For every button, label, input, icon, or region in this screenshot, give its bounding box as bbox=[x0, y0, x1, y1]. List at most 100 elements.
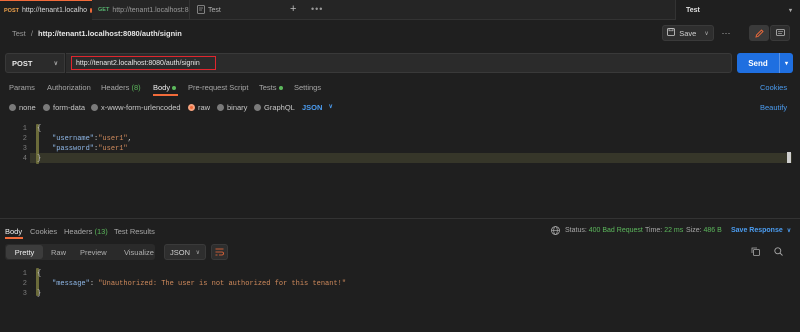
json-comma: , bbox=[127, 135, 132, 143]
method-select[interactable]: POST ∨ bbox=[5, 53, 65, 73]
code-brace-open: { bbox=[37, 125, 42, 133]
body-type-raw[interactable]: raw bbox=[188, 103, 210, 112]
search-icon[interactable] bbox=[774, 247, 783, 258]
tab-tests[interactable]: Tests bbox=[259, 83, 283, 92]
breadcrumb: Test / http://tenant1.localhost:8080/aut… bbox=[12, 29, 182, 38]
send-button[interactable]: Send ▾ bbox=[737, 53, 793, 73]
format-value: JSON bbox=[170, 247, 191, 257]
view-pretty-button[interactable]: Pretty bbox=[6, 245, 43, 259]
comments-icon[interactable] bbox=[770, 25, 790, 41]
format-value: JSON bbox=[302, 103, 323, 112]
editor-scrollbar-thumb[interactable] bbox=[787, 152, 791, 163]
environment-selector[interactable]: Test ▾ bbox=[675, 0, 800, 20]
method-value: POST bbox=[12, 58, 33, 68]
save-button[interactable]: Save ∨ bbox=[662, 25, 714, 41]
json-key: "username" bbox=[52, 135, 95, 143]
status-value[interactable]: 400 Bad Request bbox=[589, 227, 643, 234]
view-raw-button[interactable]: Raw bbox=[51, 248, 66, 257]
tab-settings[interactable]: Settings bbox=[294, 83, 321, 92]
send-label: Send bbox=[748, 58, 768, 68]
response-headers-count: (13) bbox=[94, 227, 108, 236]
request-tab-get[interactable]: GET http://tenant1.localhost:8 bbox=[94, 0, 190, 20]
response-tab-cookies[interactable]: Cookies bbox=[30, 227, 57, 236]
body-type-binary[interactable]: binary bbox=[217, 103, 247, 112]
size-value[interactable]: 486 B bbox=[704, 227, 722, 234]
json-key: "message" bbox=[52, 280, 90, 288]
tab-headers[interactable]: Headers (8) bbox=[101, 83, 141, 92]
code-line-message: "message": "Unauthorized: The user is no… bbox=[52, 280, 346, 288]
url-input[interactable]: http://tenant2.localhost:8080/auth/signi… bbox=[71, 56, 216, 70]
radio-label: raw bbox=[198, 103, 211, 112]
response-format-select[interactable]: JSON ∨ bbox=[164, 244, 206, 260]
time-value[interactable]: 22 ms bbox=[664, 227, 683, 234]
body-type-graphql[interactable]: GraphQL bbox=[254, 103, 295, 112]
breadcrumb-collection[interactable]: Test bbox=[12, 29, 26, 38]
tab-body[interactable]: Body bbox=[153, 83, 177, 92]
radio-label: GraphQL bbox=[264, 103, 295, 112]
request-tab-bar: POST http://tenant1.localho GET http://t… bbox=[0, 0, 800, 20]
tab-authorization[interactable]: Authorization bbox=[47, 83, 91, 92]
response-time: Time: 22 ms bbox=[645, 227, 683, 234]
more-tabs-icon[interactable]: ••• bbox=[311, 4, 323, 14]
code-brace-open: { bbox=[37, 270, 42, 278]
json-value: "user1" bbox=[98, 145, 128, 153]
edit-pencil-icon[interactable] bbox=[749, 25, 769, 41]
request-body-editor[interactable] bbox=[0, 119, 800, 215]
response-size: Size: 486 B bbox=[686, 227, 722, 234]
body-type-urlencoded[interactable]: x-www-form-urlencoded bbox=[91, 103, 181, 112]
code-brace-close: } bbox=[37, 155, 42, 163]
radio-label: form-data bbox=[53, 103, 86, 112]
json-key: "password" bbox=[52, 145, 95, 153]
response-tab-test-results[interactable]: Test Results bbox=[114, 227, 155, 236]
line-number: 4 bbox=[22, 155, 27, 163]
copy-icon[interactable] bbox=[751, 247, 760, 258]
cookies-link[interactable]: Cookies bbox=[760, 83, 787, 92]
has-content-dot-icon bbox=[278, 86, 283, 91]
radio-icon bbox=[9, 104, 16, 111]
body-type-form-data[interactable]: form-data bbox=[43, 103, 85, 112]
new-tab-plus-icon[interactable]: + bbox=[290, 3, 296, 15]
globe-icon[interactable] bbox=[551, 226, 560, 237]
more-actions-icon[interactable]: ⋯ bbox=[719, 25, 733, 41]
pane-divider[interactable] bbox=[0, 218, 800, 219]
line-number: 2 bbox=[22, 280, 27, 288]
save-response-label: Save Response bbox=[731, 227, 783, 234]
view-preview-button[interactable]: Preview bbox=[80, 248, 107, 257]
tab-title: http://tenant1.localhost:8 bbox=[112, 6, 189, 14]
json-value: "Unauthorized: The user is not authorize… bbox=[98, 280, 347, 288]
breadcrumb-request[interactable]: http://tenant1.localhost:8080/auth/signi… bbox=[38, 29, 182, 38]
radio-selected-icon bbox=[188, 104, 195, 111]
breadcrumb-separator: / bbox=[30, 29, 33, 38]
response-tab-headers[interactable]: Headers (13) bbox=[64, 227, 108, 236]
radio-label: binary bbox=[227, 103, 248, 112]
chevron-down-icon: ∨ bbox=[328, 104, 333, 110]
active-tab-indicator bbox=[153, 94, 178, 96]
request-tab-collection[interactable]: Test bbox=[193, 0, 253, 20]
radio-icon bbox=[43, 104, 50, 111]
response-tab-body[interactable]: Body bbox=[5, 227, 22, 236]
save-disk-icon bbox=[667, 28, 676, 38]
environment-name: Test bbox=[686, 6, 700, 14]
request-tab-post[interactable]: POST http://tenant1.localho bbox=[0, 0, 92, 20]
view-visualize-button[interactable]: Visualize bbox=[124, 248, 154, 257]
body-type-none[interactable]: none bbox=[9, 103, 36, 112]
radio-icon bbox=[217, 104, 224, 111]
method-label: GET bbox=[98, 7, 110, 13]
tab-params[interactable]: Params bbox=[9, 83, 35, 92]
wrap-lines-icon[interactable] bbox=[211, 244, 228, 260]
chevron-down-icon: ▾ bbox=[788, 7, 792, 14]
beautify-link[interactable]: Beautify bbox=[760, 103, 787, 112]
save-response-button[interactable]: Save Response ∨ bbox=[731, 227, 791, 234]
line-number: 1 bbox=[22, 270, 27, 278]
status-label: Status: bbox=[565, 227, 587, 234]
time-label: Time: bbox=[645, 227, 663, 234]
body-format-select[interactable]: JSON ∨ bbox=[302, 103, 333, 112]
tab-prerequest-script[interactable]: Pre-request Script bbox=[188, 83, 248, 92]
tab-title: http://tenant1.localho bbox=[21, 7, 87, 14]
chevron-down-icon[interactable]: ▾ bbox=[779, 53, 793, 73]
line-number: 1 bbox=[22, 125, 27, 133]
line-number: 3 bbox=[22, 145, 27, 153]
has-content-dot-icon bbox=[172, 86, 177, 91]
current-line-highlight bbox=[30, 153, 792, 163]
radio-icon bbox=[254, 104, 261, 111]
